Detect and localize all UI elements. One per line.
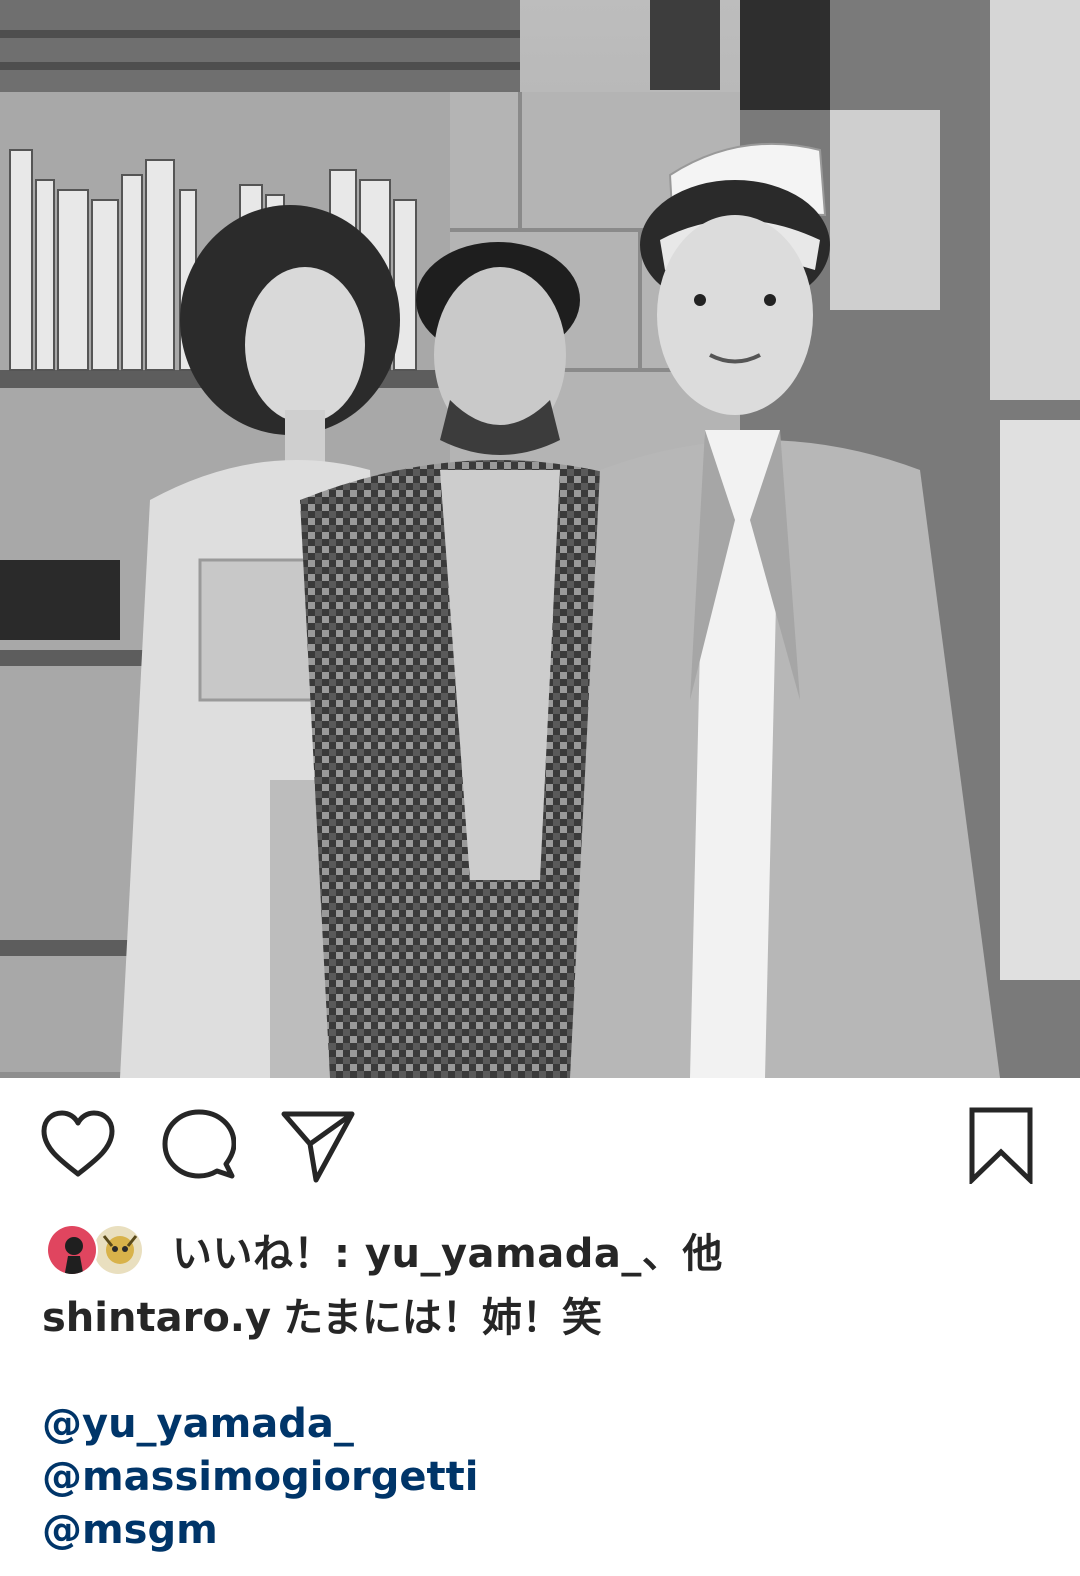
instagram-post: いいね！: yu_yamada_、他 shintaro.y たまには！姉！笑 @y… xyxy=(0,0,1080,1576)
caption-username[interactable]: shintaro.y xyxy=(42,1295,271,1341)
like-button[interactable] xyxy=(40,1110,116,1180)
liker-avatars[interactable] xyxy=(46,1222,158,1278)
avatar[interactable] xyxy=(46,1224,98,1276)
caption-text: たまには！姉！笑 xyxy=(283,1295,602,1341)
likes-text[interactable]: いいね！: yu_yamada_、他 xyxy=(172,1221,723,1279)
bookmark-icon xyxy=(969,1107,1033,1184)
mention-link[interactable]: @yu_yamada_ xyxy=(42,1398,1042,1451)
send-icon xyxy=(281,1111,355,1183)
likes-row[interactable]: いいね！: yu_yamada_、他 xyxy=(46,1220,723,1280)
mention-link[interactable]: @massimogiorgetti xyxy=(42,1451,1042,1504)
heart-icon xyxy=(41,1110,115,1177)
mention-link[interactable]: @msgm xyxy=(42,1504,1042,1557)
avatar[interactable] xyxy=(92,1224,144,1276)
comment-button[interactable] xyxy=(162,1108,236,1182)
caption-mentions: @yu_yamada_ @massimogiorgetti @msgm xyxy=(42,1398,1042,1557)
share-button[interactable] xyxy=(280,1108,356,1184)
caption: shintaro.y たまには！姉！笑 xyxy=(42,1290,602,1346)
comment-icon xyxy=(162,1109,236,1179)
save-button[interactable] xyxy=(968,1106,1034,1184)
post-photo[interactable] xyxy=(0,0,1080,1078)
